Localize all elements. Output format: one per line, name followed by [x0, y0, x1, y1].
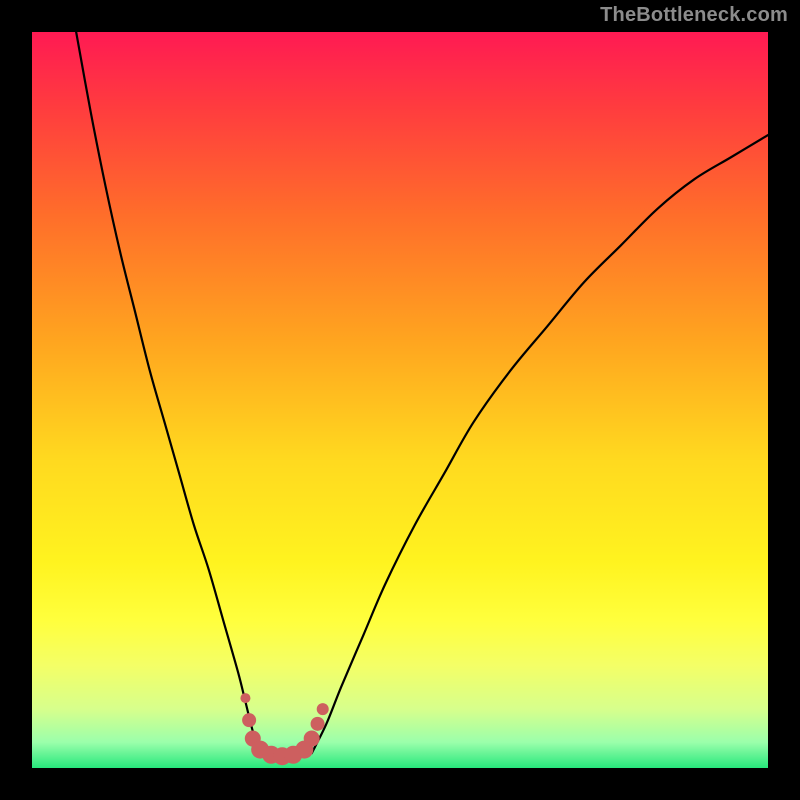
valley-marker [311, 717, 325, 731]
plot-area [32, 32, 768, 768]
valley-marker [317, 703, 329, 715]
valley-marker [304, 731, 320, 747]
valley-marker [242, 713, 256, 727]
curve-left-branch [76, 32, 260, 753]
chart-frame: TheBottleneck.com [0, 0, 800, 800]
valley-markers [240, 693, 328, 765]
curve-right-branch [312, 135, 768, 753]
valley-marker [240, 693, 250, 703]
attribution-text: TheBottleneck.com [600, 4, 788, 27]
curve-layer [32, 32, 768, 768]
